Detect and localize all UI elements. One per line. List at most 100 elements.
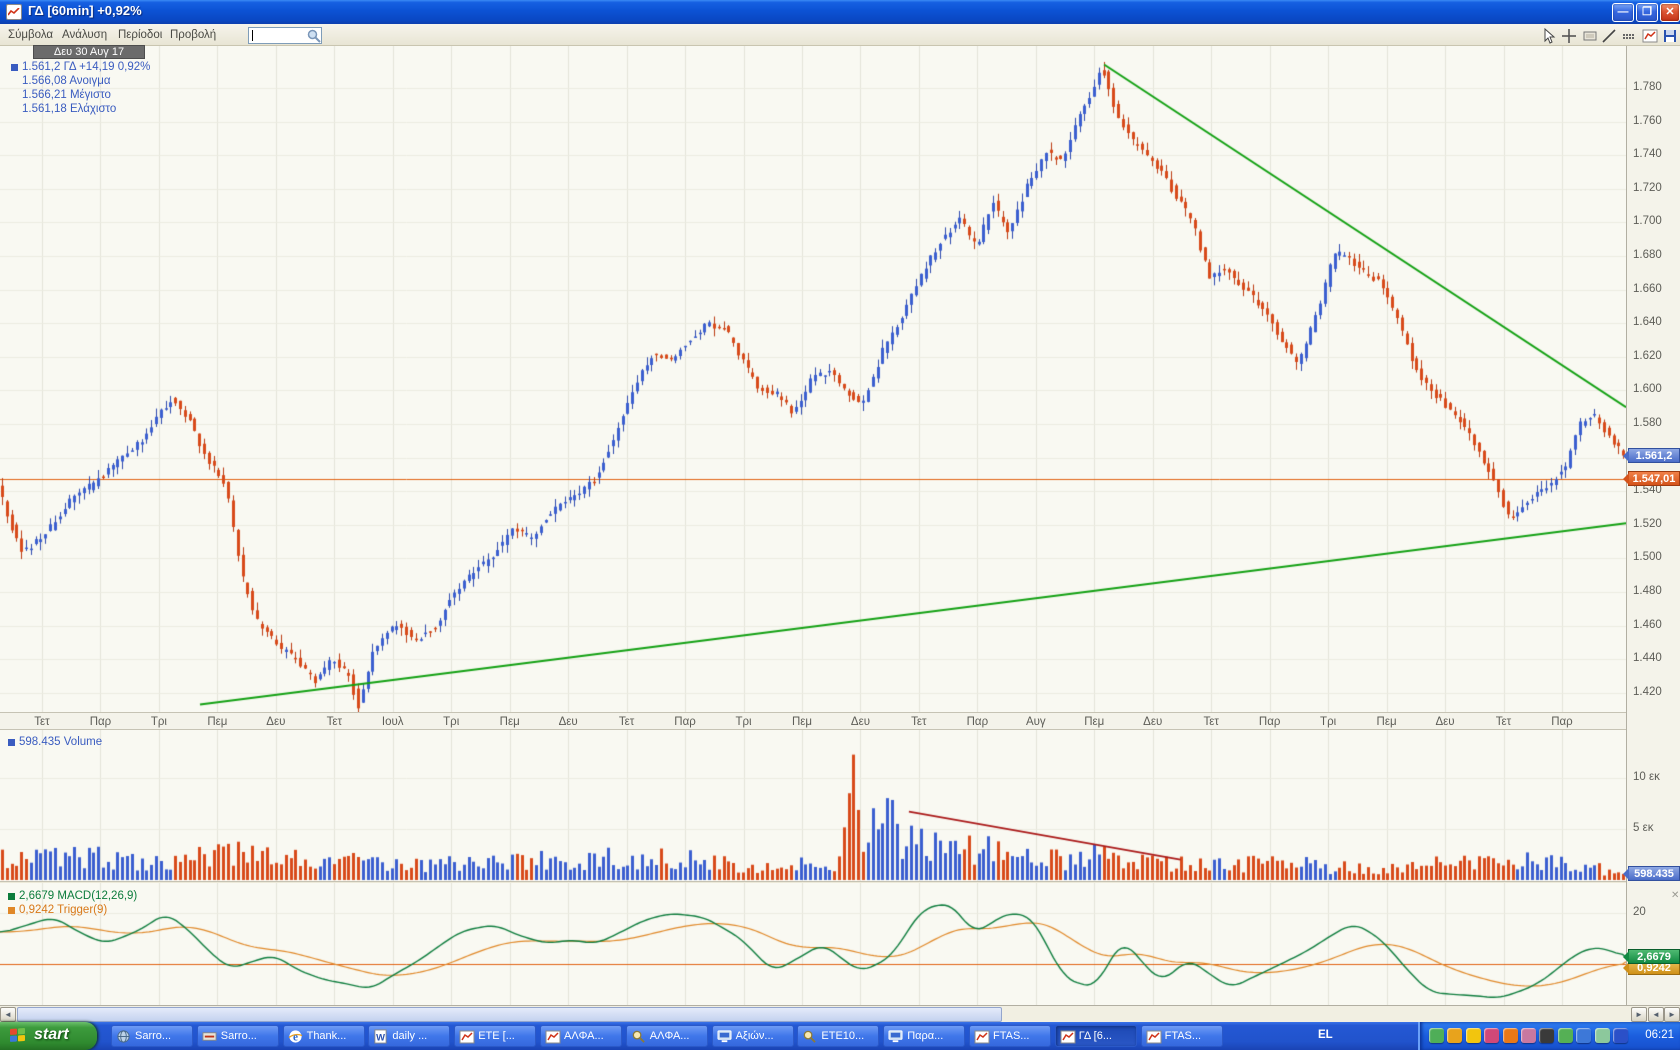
quote-low: 1.561,18 Ελάχιστο bbox=[22, 103, 116, 115]
scroll-left-arrow[interactable]: ◄ bbox=[0, 1007, 16, 1022]
taskbar-button[interactable]: eThank... bbox=[283, 1025, 365, 1047]
volume-tick-label: 10 εκ bbox=[1633, 771, 1660, 783]
taskbar: start Sarro...Sarro...eThank...Wdaily ..… bbox=[0, 1022, 1680, 1050]
chart-icon bbox=[1060, 1029, 1075, 1044]
network-status-icon[interactable] bbox=[1429, 1028, 1444, 1043]
taskbar-button[interactable]: Wdaily ... bbox=[368, 1025, 450, 1047]
taskbar-button-label: FTAS... bbox=[1165, 1030, 1201, 1042]
office-icon[interactable] bbox=[1576, 1028, 1591, 1043]
trigger-bullet bbox=[8, 907, 15, 914]
updates-icon[interactable] bbox=[1503, 1028, 1518, 1043]
taskbar-button[interactable]: Sarro... bbox=[111, 1025, 193, 1047]
taskbar-button-label: Παρα... bbox=[907, 1030, 943, 1042]
ie-icon: e bbox=[288, 1029, 303, 1044]
x-axis-day-label: Παρ bbox=[90, 716, 112, 728]
windows-logo-icon bbox=[10, 1028, 26, 1043]
taskbar-button[interactable]: ΑΛΦΑ... bbox=[540, 1025, 622, 1047]
java-icon[interactable] bbox=[1447, 1028, 1462, 1043]
scroll-right-arrow[interactable]: ► bbox=[1631, 1007, 1647, 1022]
box-icon[interactable] bbox=[1582, 28, 1598, 44]
price-tick-label: 1.480 bbox=[1633, 585, 1662, 597]
minimize-button[interactable]: — bbox=[1612, 3, 1634, 22]
chart-icon bbox=[974, 1029, 989, 1044]
x-axis-day-label: Τετ bbox=[327, 716, 342, 728]
taskbar-button[interactable]: FTAS... bbox=[969, 1025, 1051, 1047]
volume-icon[interactable] bbox=[1539, 1028, 1554, 1043]
messenger-icon[interactable] bbox=[1484, 1028, 1499, 1043]
price-tick-label: 1.760 bbox=[1633, 115, 1662, 127]
volume-canvas[interactable] bbox=[0, 730, 1626, 881]
x-axis-day-label: Τετ bbox=[911, 716, 926, 728]
taskbar-button[interactable]: ΕΤΕ10... bbox=[797, 1025, 879, 1047]
x-axis-day-label: Πεμ bbox=[1084, 716, 1104, 728]
macd-panel[interactable]: 2,6679 MACD(12,26,9) 0,9242 Trigger(9) bbox=[0, 883, 1626, 1005]
price-tick-label: 1.660 bbox=[1633, 283, 1662, 295]
pink-app-icon[interactable] bbox=[1521, 1028, 1536, 1043]
search-icon[interactable] bbox=[306, 28, 322, 44]
restore-button[interactable]: ❐ bbox=[1636, 3, 1658, 22]
save-icon[interactable] bbox=[1662, 28, 1678, 44]
x-axis-day-label: Αυγ bbox=[1026, 716, 1046, 728]
vpn-icon[interactable] bbox=[1613, 1028, 1628, 1043]
taskbar-button[interactable]: Sarro... bbox=[197, 1025, 279, 1047]
media-player-icon[interactable] bbox=[1558, 1028, 1573, 1043]
scroll-extra-button-2[interactable]: ► bbox=[1664, 1007, 1680, 1022]
chart-icon[interactable] bbox=[1642, 28, 1658, 44]
taskbar-button[interactable]: ΓΔ [6... bbox=[1055, 1025, 1137, 1047]
price-chart-panel[interactable]: ΣTrack™ bbox=[0, 46, 1626, 712]
taskbar-button[interactable]: ΑΛΦΑ... bbox=[626, 1025, 708, 1047]
taskbar-button-label: Sarro... bbox=[135, 1030, 171, 1042]
candlestick-canvas[interactable] bbox=[0, 46, 1626, 712]
volume-tag: 598.435 bbox=[1628, 866, 1680, 881]
close-button[interactable]: ✕ bbox=[1660, 3, 1680, 22]
quote-date-header: Δευ 30 Αυγ 17 bbox=[33, 45, 145, 59]
magnifier-icon bbox=[802, 1029, 817, 1044]
menu-symbols[interactable]: Σύμβολα bbox=[8, 27, 53, 43]
price-tick-label: 1.640 bbox=[1633, 316, 1662, 328]
price-tick-label: 1.460 bbox=[1633, 619, 1662, 631]
x-axis: ΤετΠαρΤριΠεμΔευΤετΙουλΤριΠεμΔευΤετΠαρΤρι… bbox=[0, 712, 1626, 730]
start-button[interactable]: start bbox=[0, 1022, 97, 1050]
x-axis-day-label: Τετ bbox=[1496, 716, 1511, 728]
scroll-extra-button-1[interactable]: ◄ bbox=[1648, 1007, 1664, 1022]
x-axis-day-label: Δευ bbox=[266, 716, 285, 728]
taskbar-button-label: FTAS... bbox=[993, 1030, 1029, 1042]
antivirus-icon[interactable] bbox=[1595, 1028, 1610, 1043]
trigger-header: 0,9242 Trigger(9) bbox=[19, 904, 107, 916]
taskbar-button-label: daily ... bbox=[392, 1030, 427, 1042]
price-tick-label: 1.420 bbox=[1633, 686, 1662, 698]
price-tick-label: 1.580 bbox=[1633, 417, 1662, 429]
window-title: ΓΔ [60min] +0,92% bbox=[28, 3, 142, 18]
scroll-thumb[interactable] bbox=[17, 1007, 1002, 1022]
taskbar-button[interactable]: Παρα... bbox=[883, 1025, 965, 1047]
taskbar-button-label: ΕΤΕ10... bbox=[821, 1030, 864, 1042]
quote-high: 1.566,21 Μέγιστο bbox=[22, 89, 111, 101]
chart-icon bbox=[1146, 1029, 1161, 1044]
language-indicator[interactable]: EL bbox=[1318, 1029, 1333, 1041]
volume-panel[interactable]: 598.435 Volume bbox=[0, 730, 1626, 882]
security-shield-icon[interactable] bbox=[1466, 1028, 1481, 1043]
taskbar-button[interactable]: ETE [... bbox=[454, 1025, 536, 1047]
price-tick-label: 1.700 bbox=[1633, 215, 1662, 227]
pointer-icon[interactable] bbox=[1541, 28, 1557, 44]
trendline-icon[interactable] bbox=[1601, 28, 1617, 44]
grid-dots-icon[interactable] bbox=[1621, 28, 1637, 44]
macd-canvas[interactable] bbox=[0, 883, 1626, 1005]
horizontal-scrollbar[interactable]: ◄ ► ◄ ► bbox=[0, 1005, 1680, 1022]
panel-close-icon[interactable]: ✕ bbox=[1671, 891, 1679, 901]
taskbar-button[interactable]: FTAS... bbox=[1141, 1025, 1223, 1047]
x-axis-day-label: Πεμ bbox=[207, 716, 227, 728]
x-axis-day-label: Τετ bbox=[34, 716, 49, 728]
x-axis-day-label: Τρι bbox=[1320, 716, 1336, 728]
menu-periods[interactable]: Περίοδοι bbox=[118, 27, 162, 43]
app-icon bbox=[202, 1029, 217, 1044]
taskbar-button[interactable]: Αξιών... bbox=[712, 1025, 794, 1047]
x-axis-day-label: Πεμ bbox=[792, 716, 812, 728]
monitor-icon bbox=[888, 1029, 903, 1044]
x-axis-day-label: Τρι bbox=[735, 716, 751, 728]
crosshair-icon[interactable] bbox=[1561, 28, 1577, 44]
menu-view[interactable]: Προβολή bbox=[170, 27, 216, 43]
menu-analysis[interactable]: Ανάλυση bbox=[62, 27, 107, 43]
macd-tick-label: 20 bbox=[1633, 906, 1646, 918]
taskbar-clock[interactable]: 06:21 bbox=[1645, 1029, 1674, 1041]
